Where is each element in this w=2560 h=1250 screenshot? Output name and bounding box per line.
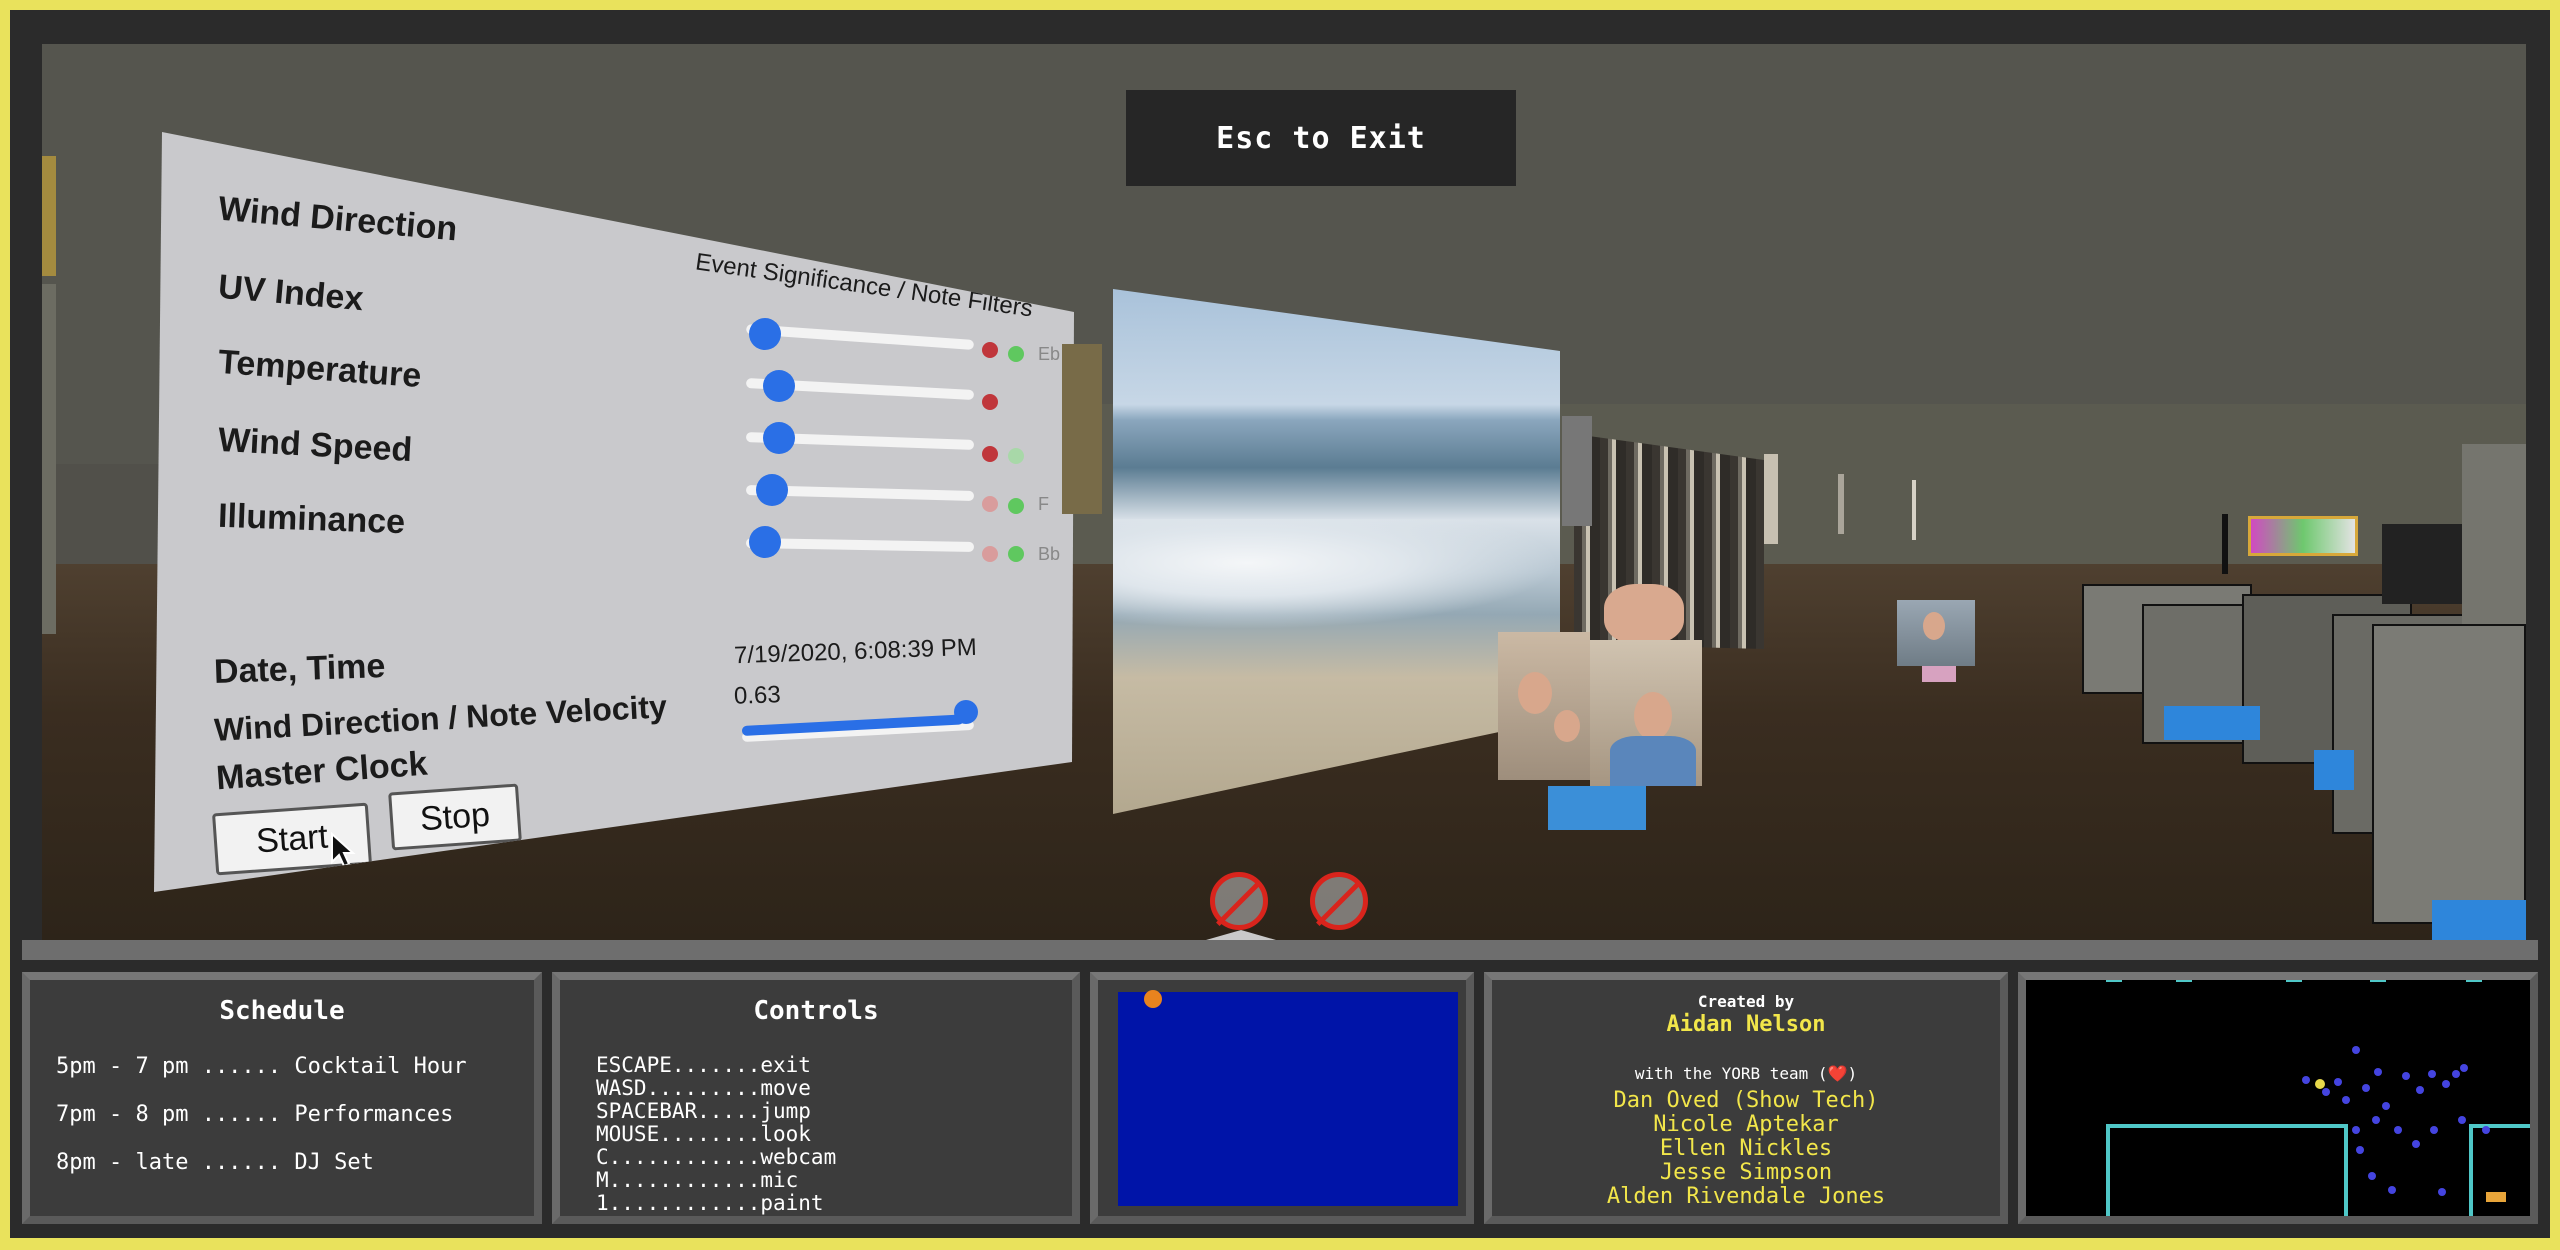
slider-thumb[interactable] — [763, 422, 796, 454]
row-label: Illuminance — [217, 496, 406, 542]
filter-dot-green[interactable] — [1008, 448, 1024, 464]
distant-pole — [1912, 480, 1916, 540]
controls-title: Controls — [753, 996, 879, 1026]
wall-picture-left — [42, 156, 56, 276]
filters-title: Event Significance / Note Filters — [693, 248, 1035, 323]
mic-off-icon[interactable] — [1310, 872, 1368, 930]
wall-column-left — [42, 284, 56, 634]
distant-screen — [2248, 516, 2358, 556]
filter-dot-red[interactable] — [982, 496, 998, 512]
filter-dot-red[interactable] — [982, 546, 998, 562]
control-item: SPACEBAR.....jump — [596, 1099, 811, 1123]
ocean-surf — [1113, 519, 1560, 629]
esc-to-exit-banner: Esc to Exit — [1126, 90, 1516, 186]
datetime-label: Date, Time — [213, 647, 386, 691]
note-label: F — [1038, 494, 1049, 514]
desk-box — [2372, 624, 2526, 924]
filter-dot-green[interactable] — [1008, 546, 1024, 562]
person-shirt — [1610, 736, 1696, 786]
velocity-value: 0.63 — [733, 681, 782, 710]
slider-thumb[interactable] — [749, 526, 782, 558]
control-item: C............webcam — [596, 1145, 837, 1169]
schedule-panel: Schedule 5pm - 7 pm ...... Cocktail Hour… — [22, 972, 542, 1224]
created-by-label: Created by — [1697, 992, 1795, 1011]
person-face — [1923, 612, 1945, 640]
credits-panel: Created by Aidan Nelson with the YORB te… — [1484, 972, 2008, 1224]
synth-edge — [1764, 454, 1778, 544]
far-right-wall — [2462, 444, 2526, 624]
webcam-cube-face-left — [1498, 632, 1590, 780]
blue-block — [2432, 900, 2526, 940]
schedule-item: 8pm - late ...... DJ Set — [56, 1150, 374, 1175]
blue-block — [2314, 750, 2354, 790]
stop-button[interactable]: Stop — [388, 783, 522, 851]
row-label: Wind Direction — [216, 189, 459, 249]
author-name: Aidan Nelson — [1666, 1012, 1826, 1037]
minimap-panel — [2018, 972, 2538, 1224]
team-member: Ellen Nickles — [1659, 1136, 1833, 1161]
person-face — [1518, 672, 1552, 714]
row-label: UV Index — [216, 267, 365, 319]
minimap — [2026, 980, 2530, 1216]
clock-slider-thumb[interactable] — [954, 700, 978, 724]
paint-panel — [1090, 972, 1474, 1224]
player-marker — [2315, 1079, 2325, 1089]
controls-panel: Controls ESCAPE.......exit WASD.........… — [552, 972, 1080, 1224]
person-face — [1554, 710, 1580, 742]
filter-dot-red[interactable] — [982, 394, 998, 410]
slider-thumb[interactable] — [749, 318, 782, 350]
webcam-cube-base — [1548, 786, 1646, 830]
velocity-label: Wind Direction / Note Velocity — [213, 688, 668, 748]
webcam-cube-far-base — [1922, 666, 1956, 682]
paint-canvas[interactable] — [1118, 990, 1458, 1206]
note-label: Bb — [1038, 544, 1061, 564]
row-label: Wind Speed — [217, 420, 414, 470]
distant-pole — [1838, 474, 1844, 534]
control-item: ESCAPE.......exit — [596, 1053, 811, 1077]
person-face — [1634, 692, 1672, 740]
webcam-off-icon[interactable] — [1210, 872, 1268, 930]
distant-pole — [2222, 514, 2228, 574]
note-label: Eb — [1038, 344, 1061, 364]
schedule-title: Schedule — [219, 996, 345, 1026]
clock-label: Master Clock — [214, 744, 429, 798]
paint-brush-dot — [1144, 990, 1162, 1008]
slider-thumb[interactable] — [756, 474, 789, 506]
datetime-value: 7/19/2020, 6:08:39 PM — [733, 633, 978, 670]
team-member: Dan Oved (Show Tech) — [1613, 1088, 1879, 1113]
team-member: Nicole Aptekar — [1653, 1112, 1839, 1137]
hud-divider — [22, 940, 2538, 960]
mouse-cursor-icon — [331, 832, 356, 868]
blue-block — [2164, 706, 2260, 740]
control-item: MOUSE........look — [596, 1122, 811, 1146]
filter-dot-green[interactable] — [1008, 498, 1024, 514]
webcam-cube-face-right — [1590, 640, 1702, 786]
partition — [1562, 416, 1592, 526]
filter-dot-red[interactable] — [982, 342, 998, 358]
sonification-panel[interactable]: Wind Direction UV Index Temperature Wind… — [154, 132, 1074, 892]
control-item: M............mic — [596, 1168, 799, 1192]
panel-surface: Wind Direction UV Index Temperature Wind… — [154, 132, 1074, 892]
wall-picture — [1062, 344, 1102, 514]
slider-thumb[interactable] — [763, 370, 796, 402]
row-label: Temperature — [216, 342, 423, 396]
team-member: Jesse Simpson — [1659, 1160, 1833, 1185]
webcam-cube-far — [1897, 600, 1975, 666]
control-item: 1............paint — [596, 1191, 824, 1215]
team-label: with the YORB team (❤️) — [1634, 1064, 1858, 1083]
team-member: Alden Rivendale Jones — [1606, 1184, 1886, 1209]
control-item: WASD.........move — [596, 1076, 811, 1100]
3d-viewport[interactable]: Wind Direction UV Index Temperature Wind… — [42, 44, 2526, 940]
synth-video-screen — [1574, 434, 1764, 649]
schedule-item: 5pm - 7 pm ...... Cocktail Hour — [56, 1054, 467, 1079]
schedule-item: 7pm - 8 pm ...... Performances — [56, 1102, 454, 1127]
filter-dot-green[interactable] — [1008, 346, 1024, 362]
hand — [1604, 584, 1684, 644]
game-frame: Wind Direction UV Index Temperature Wind… — [10, 10, 2550, 1238]
filter-dot-red[interactable] — [982, 446, 998, 462]
